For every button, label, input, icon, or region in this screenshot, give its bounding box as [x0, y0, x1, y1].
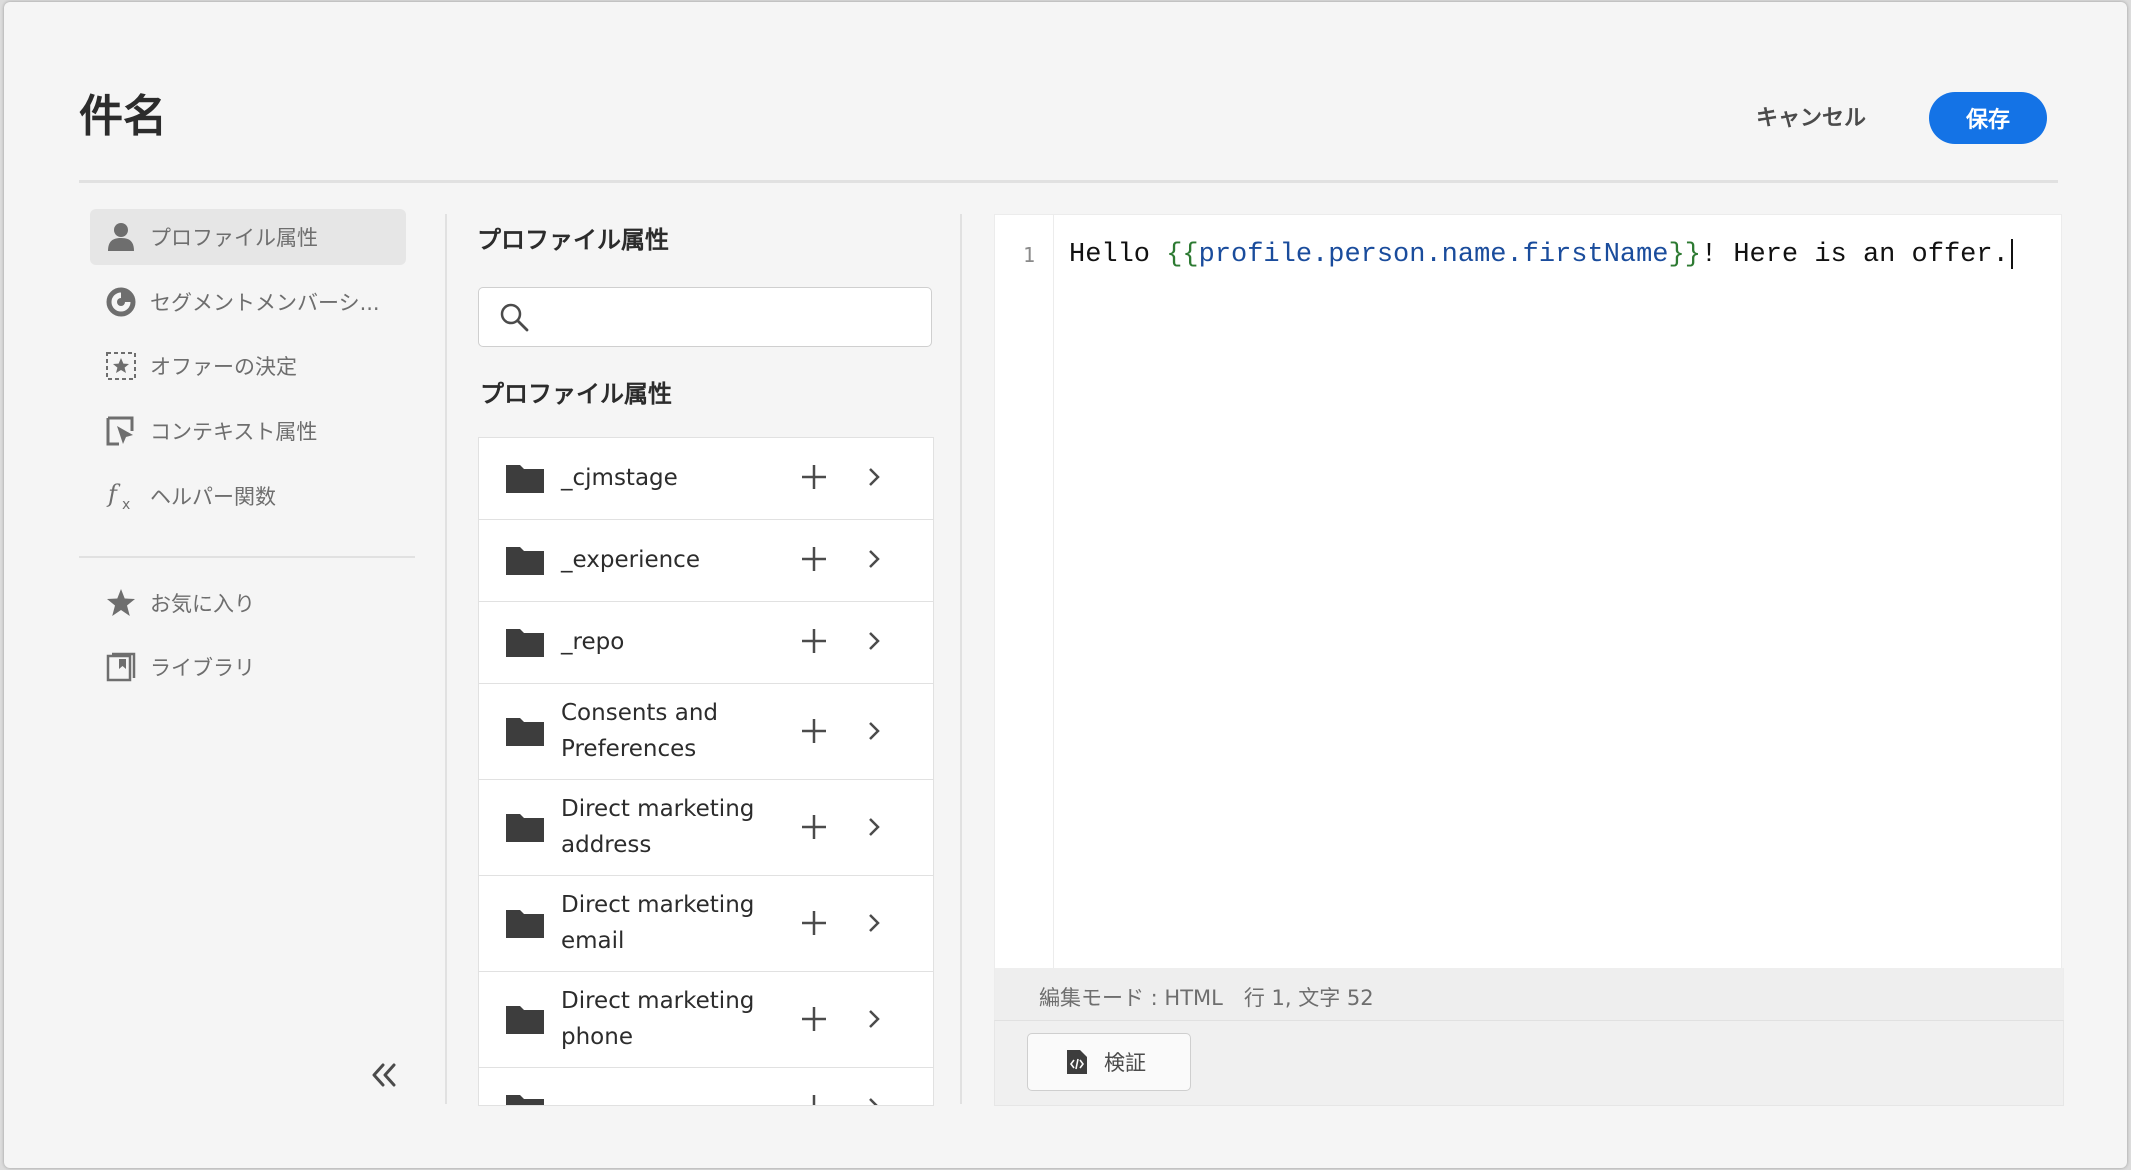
status-text: 編集モード : HTML 行 1, 文字 52 — [1039, 986, 1374, 1010]
list-item[interactable]: _experience — [479, 520, 933, 602]
add-icon[interactable] — [799, 462, 829, 492]
folder-icon — [506, 814, 544, 842]
search-input[interactable] — [543, 296, 917, 338]
list-item-label: Direct marketing address — [561, 796, 755, 858]
nav-item-offer-decisions[interactable]: オファーの決定 — [90, 338, 406, 394]
nav-label: コンテキスト属性 — [150, 420, 318, 444]
folder-icon — [506, 1006, 544, 1034]
column-divider — [960, 214, 962, 1104]
attribute-list: _cjmstage _experience _repo Consents and… — [478, 437, 934, 1106]
function-icon: fx — [104, 479, 138, 513]
nav-item-library[interactable]: ライブラリ — [90, 639, 406, 695]
code-expression: profile.person.name.firstName — [1198, 240, 1669, 271]
chevron-right-icon[interactable] — [863, 630, 885, 652]
library-icon — [104, 650, 138, 684]
validate-label: 検証 — [1104, 1051, 1146, 1075]
folder-icon — [506, 547, 544, 575]
code-text: Hello — [1069, 240, 1167, 271]
nav-label: オファーの決定 — [150, 355, 297, 379]
add-icon[interactable] — [799, 626, 829, 656]
add-icon[interactable] — [799, 908, 829, 938]
list-item[interactable]: _repo — [479, 602, 933, 684]
chevron-right-icon[interactable] — [863, 1096, 885, 1106]
list-item[interactable] — [479, 1068, 933, 1106]
star-icon — [104, 586, 138, 620]
list-item-label: Consents and Preferences — [561, 700, 719, 762]
line-gutter: 1 — [995, 215, 1054, 969]
list-item[interactable]: Direct marketing phone — [479, 972, 933, 1068]
person-icon — [104, 220, 138, 254]
code-brace: {{ — [1166, 240, 1199, 271]
code-brace: }} — [1668, 240, 1701, 271]
code-text: ! Here is an offer. — [1700, 240, 2009, 271]
add-icon[interactable] — [799, 716, 829, 746]
chevron-right-icon[interactable] — [863, 720, 885, 742]
panel-title: プロファイル属性 — [477, 226, 669, 254]
editor-status-bar: 編集モード : HTML 行 1, 文字 52 — [994, 968, 2064, 1020]
list-item-label: Direct marketing phone — [561, 988, 755, 1050]
folder-icon — [506, 910, 544, 938]
list-item[interactable]: Direct marketing address — [479, 780, 933, 876]
nav-divider — [79, 556, 415, 558]
expression-editor-dialog: 件名 キャンセル 保存 プロファイル属性 セグメントメンバーシ... オファーの… — [4, 2, 2127, 1168]
save-button[interactable]: 保存 — [1929, 92, 2047, 144]
nav-item-context-attributes[interactable]: コンテキスト属性 — [90, 403, 406, 459]
chevron-right-icon[interactable] — [863, 1008, 885, 1030]
segment-icon — [104, 285, 138, 319]
folder-icon — [506, 465, 544, 493]
list-item-label: _experience — [561, 547, 700, 573]
dialog-title: 件名 — [79, 91, 167, 142]
line-number: 1 — [1023, 243, 1036, 267]
nav-item-helper-functions[interactable]: fx ヘルパー関数 — [90, 468, 406, 524]
nav-label: お気に入り — [150, 592, 255, 616]
code-file-icon — [1067, 1050, 1087, 1074]
add-icon[interactable] — [799, 1092, 829, 1106]
nav-item-favorites[interactable]: お気に入り — [90, 575, 406, 631]
folder-icon — [506, 1095, 544, 1105]
list-item-label: Direct marketing email — [561, 892, 755, 954]
svg-text:x: x — [122, 497, 130, 512]
section-title: プロファイル属性 — [480, 380, 672, 408]
chevron-right-icon[interactable] — [863, 912, 885, 934]
list-item[interactable]: Consents and Preferences — [479, 684, 933, 780]
list-item-label: _repo — [561, 629, 625, 655]
add-icon[interactable] — [799, 812, 829, 842]
validate-button[interactable]: 検証 — [1027, 1033, 1191, 1091]
text-cursor — [2010, 239, 2013, 269]
folder-icon — [506, 718, 544, 746]
svg-text:f: f — [106, 480, 121, 508]
add-icon[interactable] — [799, 544, 829, 574]
column-divider — [445, 214, 447, 1104]
chevron-right-icon[interactable] — [863, 548, 885, 570]
list-item-label: _cjmstage — [561, 465, 678, 491]
search-field — [478, 287, 932, 347]
nav-label: プロファイル属性 — [150, 226, 318, 250]
chevron-right-icon[interactable] — [863, 816, 885, 838]
chevron-right-icon[interactable] — [863, 466, 885, 488]
folder-icon — [506, 629, 544, 657]
list-item[interactable]: Direct marketing email — [479, 876, 933, 972]
nav-label: ライブラリ — [150, 656, 255, 680]
code-line[interactable]: Hello {{profile.person.name.firstName}}!… — [1069, 239, 2013, 270]
header-divider — [79, 180, 2058, 183]
editor-footer: 検証 — [994, 1020, 2064, 1106]
nav-label: セグメントメンバーシ... — [150, 291, 380, 315]
cancel-button[interactable]: キャンセル — [1756, 100, 1866, 132]
nav-label: ヘルパー関数 — [150, 485, 276, 509]
double-chevron-left-icon[interactable] — [366, 1057, 402, 1093]
context-icon — [104, 414, 138, 448]
add-icon[interactable] — [799, 1004, 829, 1034]
search-icon — [499, 302, 529, 332]
code-editor[interactable]: 1 Hello {{profile.person.name.firstName}… — [994, 214, 2062, 970]
nav-item-profile-attributes[interactable]: プロファイル属性 — [90, 209, 406, 265]
nav-item-segment-membership[interactable]: セグメントメンバーシ... — [90, 274, 406, 330]
offer-decision-icon — [104, 349, 138, 383]
list-item[interactable]: _cjmstage — [479, 438, 933, 520]
